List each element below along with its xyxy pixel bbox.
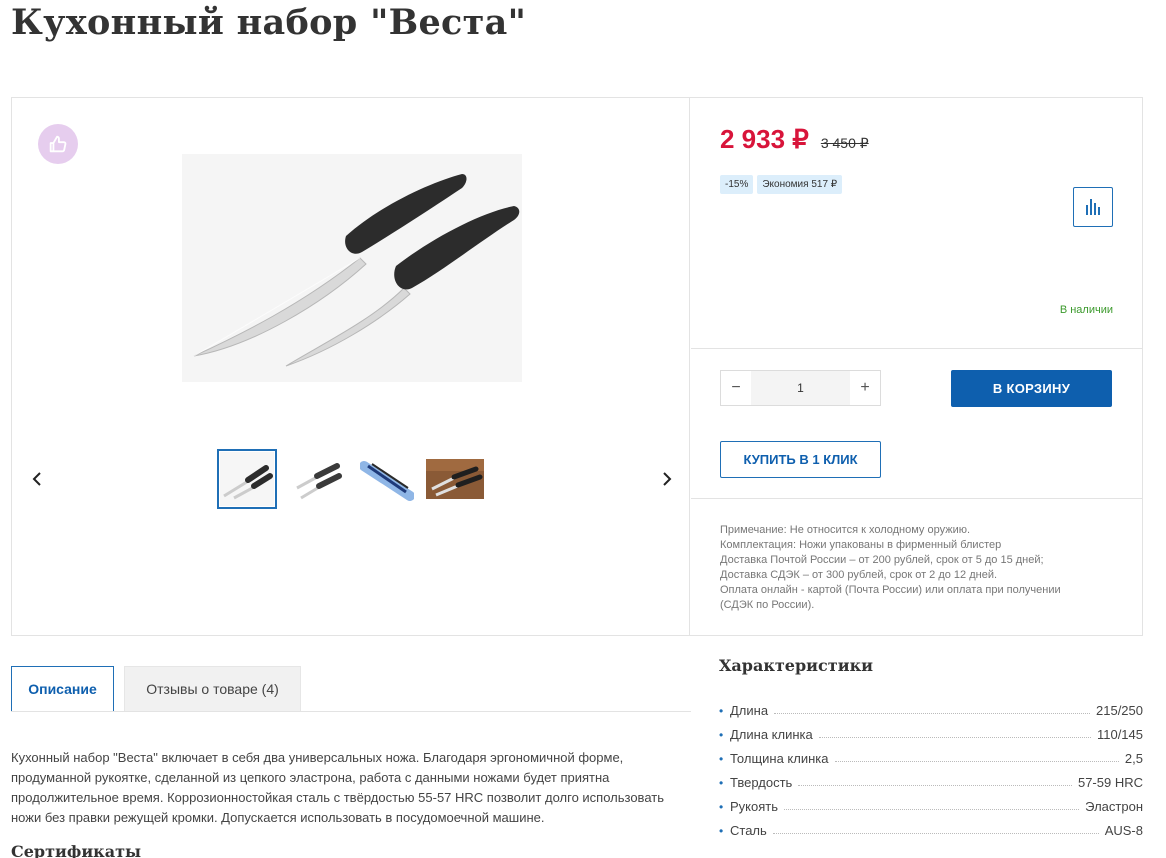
bullet-icon: • — [719, 752, 724, 766]
price-badges: -15% Экономия 517 ₽ — [720, 175, 843, 194]
quantity-increase-button[interactable]: + — [850, 371, 880, 405]
spec-leader — [834, 761, 1119, 762]
buy-one-click-button[interactable]: КУПИТЬ В 1 КЛИК — [720, 441, 881, 478]
divider — [691, 348, 1143, 349]
bullet-icon: • — [719, 704, 724, 718]
compare-icon[interactable] — [1073, 187, 1113, 227]
main-product-image[interactable] — [182, 154, 522, 382]
tab-description[interactable]: Описание — [11, 666, 114, 712]
note-line: (СДЭК по России). — [720, 599, 815, 611]
product-gallery — [12, 98, 690, 635]
add-to-cart-button[interactable]: В КОРЗИНУ — [951, 370, 1112, 407]
spec-value: AUS-8 — [1104, 823, 1143, 838]
bullet-icon: • — [719, 776, 724, 790]
current-price: 2 933 ₽ — [720, 124, 809, 154]
spec-row: • Рукоять Эластрон — [719, 798, 1143, 814]
spec-row: • Твердость 57-59 HRC — [719, 774, 1143, 790]
spec-name: Твердость — [730, 775, 793, 790]
quantity-decrease-button[interactable]: − — [721, 371, 751, 405]
quantity-input[interactable] — [751, 371, 850, 405]
spec-leader — [774, 713, 1090, 714]
thumbnail-1[interactable] — [217, 449, 277, 509]
quantity-stepper[interactable]: − + — [720, 370, 881, 406]
note-line: Оплата онлайн - картой (Почта России) ил… — [720, 584, 1061, 596]
product-card: 2 933 ₽ 3 450 ₽ -15% Экономия 517 ₽ В на… — [11, 97, 1143, 636]
spec-name: Толщина клинка — [730, 751, 829, 766]
note-line: Доставка Почтой России – от 200 рублей, … — [720, 554, 1044, 566]
thumbs-up-icon[interactable] — [38, 124, 78, 164]
tabs-divider — [11, 711, 691, 712]
thumbnail-4[interactable] — [425, 449, 485, 509]
spec-name: Сталь — [730, 823, 767, 838]
discount-badge: -15% — [720, 175, 754, 194]
spec-value: 215/250 — [1096, 703, 1143, 718]
page-title: Кухонный набор "Веста" — [11, 2, 527, 43]
chevron-right-icon[interactable] — [656, 468, 678, 490]
product-description: Кухонный набор "Веста" включает в себя д… — [11, 750, 664, 825]
thumbnail-2[interactable] — [288, 449, 348, 509]
spec-row: • Длина 215/250 — [719, 702, 1143, 718]
thumbnail-3[interactable] — [357, 449, 417, 509]
divider — [691, 498, 1143, 499]
spec-leader — [784, 809, 1080, 810]
spec-row: • Толщина клинка 2,5 — [719, 750, 1143, 766]
note-line: Доставка СДЭК – от 300 рублей, срок от 2… — [720, 569, 998, 581]
spec-value: 57-59 HRC — [1077, 775, 1143, 790]
spec-name: Длина клинка — [730, 727, 813, 742]
certificates-heading: Сертификаты — [11, 842, 142, 858]
spec-row: • Сталь AUS-8 — [719, 822, 1143, 838]
bullet-icon: • — [719, 800, 724, 814]
spec-name: Рукоять — [730, 799, 779, 814]
spec-value: 2,5 — [1124, 751, 1143, 766]
spec-row: • Длина клинка 110/145 — [719, 726, 1143, 742]
spec-leader — [818, 737, 1091, 738]
specs-heading: Характеристики — [719, 656, 873, 675]
bullet-icon: • — [719, 728, 724, 742]
spec-name: Длина — [730, 703, 769, 718]
tab-reviews[interactable]: Отзывы о товаре (4) — [124, 666, 301, 712]
spec-value: 110/145 — [1096, 727, 1143, 742]
bullet-icon: • — [719, 824, 724, 838]
old-price: 3 450 ₽ — [820, 135, 869, 151]
stock-status: В наличии — [1059, 304, 1113, 316]
buy-panel: 2 933 ₽ 3 450 ₽ -15% Экономия 517 ₽ В на… — [691, 98, 1143, 635]
chevron-left-icon[interactable] — [26, 468, 48, 490]
note-line: Примечание: Не относится к холодному ору… — [720, 524, 971, 536]
spec-leader — [772, 833, 1099, 834]
delivery-notes: Примечание: Не относится к холодному ору… — [720, 523, 1120, 613]
price-row: 2 933 ₽ 3 450 ₽ — [720, 124, 869, 155]
spec-leader — [798, 785, 1072, 786]
spec-value: Эластрон — [1085, 799, 1143, 814]
note-line: Комплектация: Ножи упакованы в фирменный… — [720, 539, 1002, 551]
savings-badge: Экономия 517 ₽ — [757, 175, 843, 194]
